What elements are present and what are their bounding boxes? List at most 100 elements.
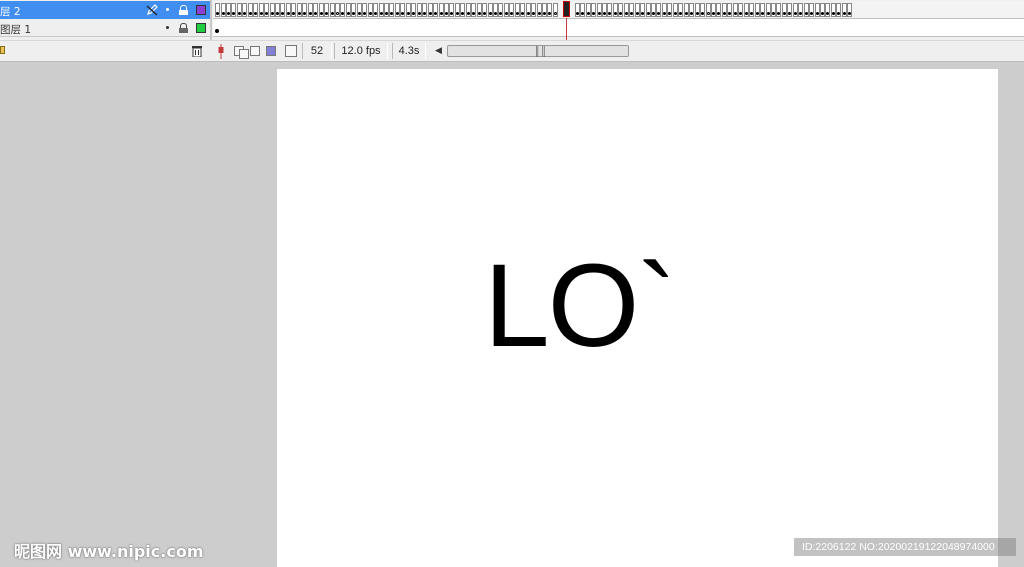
frame-cell[interactable] [384,3,389,17]
frame-cell[interactable] [492,3,498,17]
frame-cell[interactable] [236,3,242,17]
frame-cell[interactable] [820,3,825,17]
frame-cell[interactable] [830,3,836,17]
frame-cell[interactable] [716,3,722,17]
frame-cell[interactable] [612,3,618,17]
frame-cell[interactable] [678,3,684,17]
frame-cell[interactable] [847,3,853,17]
frame-cell[interactable] [225,3,231,17]
frame-cell[interactable] [465,3,471,17]
keyframe-marker[interactable] [215,29,219,33]
frame-cell[interactable] [531,3,537,17]
outline-color-swatch[interactable] [196,5,206,15]
frame-cell[interactable] [694,3,700,17]
stage-canvas[interactable]: LO` [277,69,998,567]
frame-cell[interactable] [285,3,291,17]
frame-cell[interactable] [841,3,847,17]
frame-cell[interactable] [536,3,542,17]
center-frame-icon[interactable] [217,44,225,59]
visibility-dot[interactable] [166,8,169,11]
frame-cell[interactable] [422,3,428,17]
frame-cell[interactable] [482,3,488,17]
frame-cell[interactable] [629,3,635,17]
frame-cell[interactable] [313,3,319,17]
frame-cell[interactable] [334,3,340,17]
frame-cell[interactable] [618,3,624,17]
frame-cell[interactable] [749,3,755,17]
frame-cell[interactable] [710,3,716,17]
layer-row-layer-2[interactable]: 层 2 [0,1,210,19]
frame-cell[interactable] [275,3,280,17]
frame-cell[interactable] [471,3,477,17]
layer-name[interactable]: 层 2 [0,4,21,19]
frame-cell[interactable] [776,3,782,17]
frame-cell[interactable] [291,3,297,17]
frames-row-layer-1[interactable] [213,19,1024,37]
frame-cell[interactable] [738,3,744,17]
frame-cell[interactable] [324,3,329,17]
scroll-left-arrow-icon[interactable]: ◀ [435,45,442,56]
frame-cell[interactable] [547,3,553,17]
frame-cell[interactable] [433,3,438,17]
frame-cell[interactable] [340,3,346,17]
frame-cell[interactable] [656,3,662,17]
frame-cell[interactable] [705,3,711,17]
frame-cell[interactable] [765,3,771,17]
frame-cell[interactable] [427,3,433,17]
frame-cell[interactable] [307,3,313,17]
frame-cell[interactable] [280,3,286,17]
frame-cell[interactable] [787,3,793,17]
frame-cell[interactable] [389,3,395,17]
frame-cell[interactable] [667,3,673,17]
frame-cell[interactable] [247,3,253,17]
frame-cell[interactable] [351,3,357,17]
frame-cell[interactable] [356,3,362,17]
frame-cell[interactable] [503,3,509,17]
frame-cell[interactable] [302,3,308,17]
frame-cell[interactable] [460,3,466,17]
frame-cell[interactable] [373,3,379,17]
frame-cell[interactable] [607,3,613,17]
frame-cell[interactable] [640,3,646,17]
frame-cell[interactable] [623,3,629,17]
frame-cell[interactable] [645,3,651,17]
outline-color-swatch[interactable] [196,23,206,33]
scroll-grip-icon[interactable]: ║║ [534,46,547,56]
frame-cell[interactable] [405,3,411,17]
frame-cell[interactable] [231,3,237,17]
frame-cell[interactable] [514,3,520,17]
frame-cell[interactable] [378,3,384,17]
frame-cell[interactable] [651,3,656,17]
frame-cell[interactable] [596,3,602,17]
trash-icon[interactable] [192,45,202,57]
frame-cell[interactable] [525,3,531,17]
folder-icon[interactable] [0,46,5,54]
frame-cell[interactable] [318,3,324,17]
frame-cell[interactable] [814,3,820,17]
frame-cell[interactable] [296,3,302,17]
frame-cell[interactable] [329,3,335,17]
frames-row-layer-2[interactable] [213,1,1024,19]
frame-cell[interactable] [798,3,804,17]
frame-cell[interactable] [498,3,504,17]
frame-cell[interactable] [367,3,373,17]
frame-cell[interactable] [585,3,591,17]
frame-cell[interactable] [542,3,547,17]
onion-skin-button-overlay[interactable] [239,49,249,59]
frame-cell[interactable] [760,3,765,17]
frame-cell[interactable] [394,3,400,17]
timeline-horizontal-scrollbar[interactable]: ║║ [447,45,629,57]
frame-cell[interactable] [438,3,444,17]
frame-cell[interactable] [449,3,455,17]
frame-cell[interactable] [825,3,831,17]
frame-cell[interactable] [727,3,733,17]
frame-cell[interactable] [345,3,351,17]
frame-cell[interactable] [411,3,417,17]
stage-text[interactable]: LO` [484,247,677,365]
frame-cell[interactable] [683,3,689,17]
layer-row-layer-1[interactable]: 图层 1 [0,19,210,37]
frame-cell[interactable] [803,3,809,17]
frame-cell[interactable] [476,3,482,17]
frame-cell[interactable] [634,3,640,17]
frame-cell[interactable] [601,3,607,17]
